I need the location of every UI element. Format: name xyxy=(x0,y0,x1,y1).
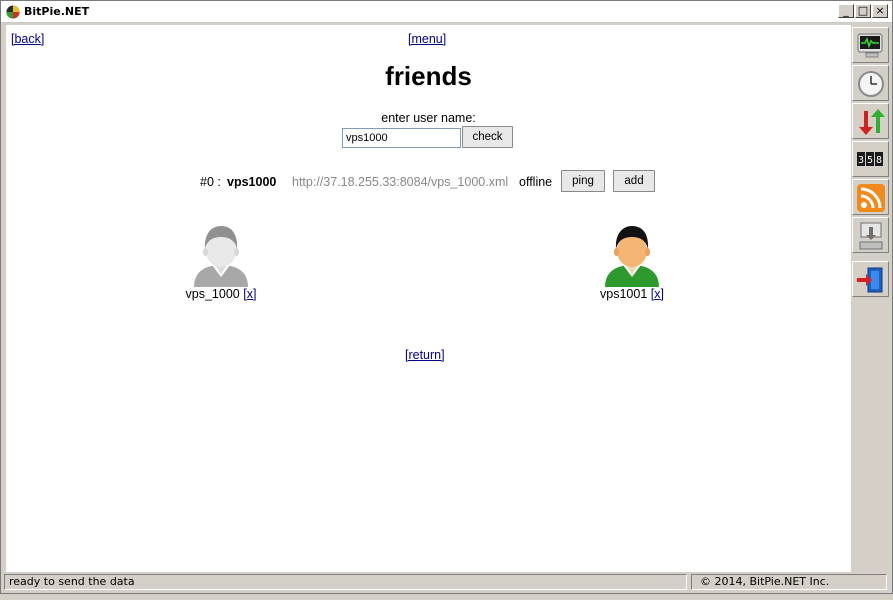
main-content: [back] [menu] friends enter user name: c… xyxy=(6,25,851,572)
counter-icon: 3 5 8 xyxy=(857,152,883,166)
rss-icon xyxy=(857,184,885,212)
minimize-button[interactable]: _ xyxy=(838,4,854,18)
svg-text:8: 8 xyxy=(876,155,882,166)
status-bar: ready to send the data © 2014, BitPie.NE… xyxy=(1,572,892,593)
result-status: offline xyxy=(519,175,553,189)
check-button[interactable]: check xyxy=(462,126,513,148)
sidebar-button-transfers[interactable] xyxy=(852,103,889,139)
result-url: http://37.18.255.33:8084/vps_1000.xml xyxy=(292,175,509,189)
add-button[interactable]: add xyxy=(613,170,655,192)
app-window: BitPie.NET _ □ × [back] [menu] friends e… xyxy=(0,0,893,594)
user-online-icon[interactable] xyxy=(599,221,665,287)
result-name: vps1000 xyxy=(227,175,277,189)
maximize-button[interactable]: □ xyxy=(855,4,871,18)
install-icon xyxy=(859,222,883,250)
menu-link[interactable]: [menu] xyxy=(408,32,446,46)
sidebar-button-install[interactable] xyxy=(852,217,889,253)
sidebar-button-rss[interactable] xyxy=(852,179,889,215)
sidebar-button-clock[interactable] xyxy=(852,65,889,101)
remove-bracket: ] xyxy=(660,287,664,301)
sidebar-button-counter[interactable]: 3 5 8 xyxy=(852,141,889,177)
window-title: BitPie.NET xyxy=(24,5,90,18)
clock-icon xyxy=(858,71,884,97)
svg-text:5: 5 xyxy=(867,155,873,166)
friend-name: vps_1000 xyxy=(185,287,240,301)
back-link[interactable]: [back] xyxy=(11,32,44,46)
exit-door-icon xyxy=(857,267,883,293)
sidebar-button-exit[interactable] xyxy=(852,261,889,297)
friend-item: vps_1000 [x] xyxy=(161,221,281,301)
user-offline-icon[interactable] xyxy=(188,221,254,287)
title-bar: BitPie.NET _ □ × xyxy=(1,1,892,23)
return-link[interactable]: [return] xyxy=(405,348,445,362)
sidebar-button-monitor[interactable] xyxy=(852,27,889,63)
ping-button[interactable]: ping xyxy=(561,170,605,192)
friend-item: vps1001 [x] xyxy=(572,221,692,301)
close-button[interactable]: × xyxy=(872,4,888,18)
result-index: #0 : xyxy=(200,175,221,189)
status-message: ready to send the data xyxy=(4,574,687,590)
transfer-arrows-icon xyxy=(859,109,885,135)
friend-name: vps1001 xyxy=(600,287,648,301)
monitor-icon xyxy=(857,33,883,58)
sidebar-toolbar: 3 5 8 xyxy=(851,25,891,572)
bitpie-logo-icon xyxy=(6,5,20,19)
page-title: friends xyxy=(385,61,472,91)
enter-user-label: enter user name: xyxy=(381,111,476,125)
user-name-input[interactable] xyxy=(342,128,461,148)
remove-bracket: ] xyxy=(252,287,257,301)
svg-text:3: 3 xyxy=(858,155,864,166)
status-copyright: © 2014, BitPie.NET Inc. xyxy=(691,574,887,590)
